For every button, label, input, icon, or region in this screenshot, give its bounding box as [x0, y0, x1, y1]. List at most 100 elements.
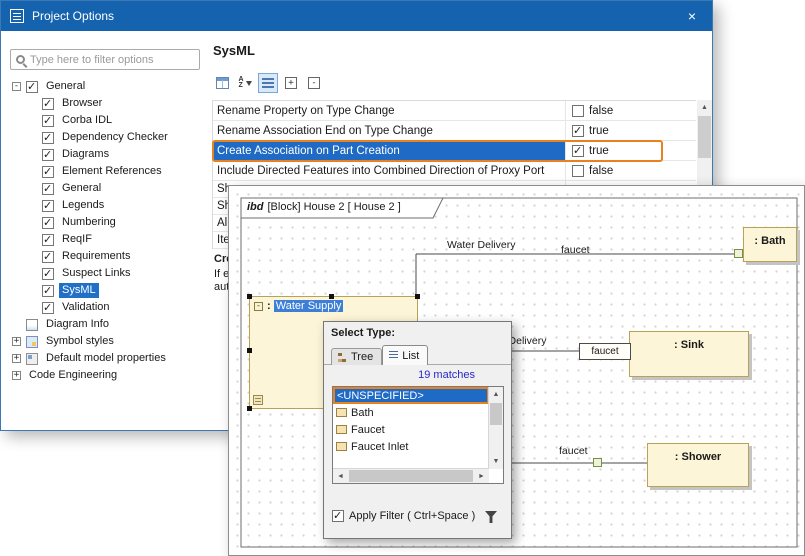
collapse-icon[interactable] [12, 82, 21, 91]
tree-item-label: General [43, 79, 88, 94]
tree-item-diagram-info[interactable]: Diagram Info [10, 316, 208, 333]
port-shower-faucet[interactable] [593, 458, 602, 467]
name-edit-selection[interactable]: Water Supply [274, 300, 344, 312]
checkbox-checked-icon[interactable] [42, 302, 54, 314]
checkbox-checked-icon[interactable] [42, 200, 54, 212]
tab-list[interactable]: List [382, 345, 428, 365]
properties-view-button[interactable] [212, 73, 232, 93]
checkbox-checked-icon[interactable] [42, 166, 54, 178]
list-vertical-scrollbar[interactable] [488, 387, 503, 469]
tree-item-label: Code Engineering [26, 368, 120, 383]
select-type-popup: Select Type: Tree List 19 matches <UNSPE… [323, 321, 512, 539]
tree-item-label: Diagrams [59, 147, 112, 162]
checkbox-checked-icon[interactable] [42, 115, 54, 127]
option-row[interactable]: Rename Association End on Type Change tr… [213, 121, 696, 141]
checkbox-checked-icon[interactable] [332, 510, 344, 522]
tree-item-general[interactable]: General [10, 180, 208, 197]
list-horizontal-scrollbar[interactable] [333, 468, 489, 483]
structure-compartment-icon[interactable] [253, 395, 263, 405]
tree-item-reqif[interactable]: ReqIF [10, 231, 208, 248]
categorized-view-button[interactable] [258, 73, 278, 93]
tree-item-label: Symbol styles [43, 334, 117, 349]
part-shower[interactable]: : Shower [647, 443, 749, 487]
port-sink-faucet[interactable]: faucet [579, 343, 631, 360]
selection-handle[interactable] [247, 294, 252, 299]
checkbox-checked-icon[interactable] [42, 268, 54, 280]
checkbox-checked-icon[interactable] [42, 234, 54, 246]
part-sink[interactable]: : Sink [629, 331, 749, 377]
part-bath[interactable]: : Bath [743, 227, 797, 262]
list-item-faucet[interactable]: Faucet [333, 421, 489, 438]
tree-item-label: Default model properties [43, 351, 169, 366]
option-row-selected[interactable]: Create Association on Part Creation true [213, 141, 696, 161]
port-label: faucet [591, 346, 618, 357]
scrollbar-thumb[interactable] [349, 470, 473, 482]
list-item-bath[interactable]: Bath [333, 404, 489, 421]
list-icon [262, 78, 274, 89]
tree-item-validation[interactable]: Validation [10, 299, 208, 316]
tree-item-label: Browser [59, 96, 105, 111]
scrollbar-thumb[interactable] [698, 116, 711, 158]
filter-icon[interactable] [485, 511, 497, 523]
tree-item-requirements[interactable]: Requirements [10, 248, 208, 265]
selection-handle[interactable] [329, 294, 334, 299]
option-value: true [589, 125, 609, 137]
checkbox-checked-icon[interactable] [42, 132, 54, 144]
tree-item-label: Suspect Links [59, 266, 133, 281]
tree-item-corba-idl[interactable]: Corba IDL [10, 112, 208, 129]
collapse-compartment-icon[interactable] [254, 302, 263, 311]
selection-handle[interactable] [247, 348, 252, 353]
checkbox-checked-icon[interactable] [42, 183, 54, 195]
collapse-all-button[interactable] [304, 73, 324, 93]
tab-tree[interactable]: Tree [331, 348, 382, 365]
tree-item-browser[interactable]: Browser [10, 95, 208, 112]
checkbox-checked-icon[interactable] [42, 285, 54, 297]
checkbox-checked-icon[interactable] [42, 251, 54, 263]
tree-item-sysml[interactable]: SysML [10, 282, 208, 299]
checkbox-checked-icon[interactable] [42, 217, 54, 229]
scroll-up-icon[interactable] [697, 100, 712, 115]
checkbox-unchecked-icon[interactable] [572, 105, 584, 117]
expand-icon[interactable] [12, 337, 21, 346]
scroll-right-icon[interactable] [474, 469, 489, 483]
checkbox-checked-icon[interactable] [572, 125, 584, 137]
scrollbar-thumb[interactable] [490, 403, 502, 425]
selection-handle[interactable] [415, 294, 420, 299]
list-view-icon [389, 351, 398, 360]
list-item-unspecified[interactable]: <UNSPECIFIED> [333, 387, 489, 404]
option-name: Include Directed Features into Combined … [213, 161, 565, 180]
option-row[interactable]: Include Directed Features into Combined … [213, 161, 696, 181]
tree-item-diagrams[interactable]: Diagrams [10, 146, 208, 163]
tree-item-legends[interactable]: Legends [10, 197, 208, 214]
option-row[interactable]: Rename Property on Type Change false [213, 101, 696, 121]
tree-item-dependency-checker[interactable]: Dependency Checker [10, 129, 208, 146]
list-item-faucet-inlet[interactable]: Faucet Inlet [333, 438, 489, 455]
expand-icon[interactable] [12, 371, 21, 380]
scroll-down-icon[interactable] [489, 454, 503, 469]
tree-item-default-model-properties[interactable]: Default model properties [10, 350, 208, 367]
checkbox-unchecked-icon[interactable] [572, 165, 584, 177]
dialog-titlebar[interactable]: Project Options × [1, 1, 712, 31]
tree-item-suspect-links[interactable]: Suspect Links [10, 265, 208, 282]
scroll-up-icon[interactable] [489, 387, 503, 402]
sort-alphabetically-button[interactable]: AZ [235, 73, 255, 93]
close-icon[interactable]: × [681, 8, 703, 24]
tree-item-general-root[interactable]: General [10, 78, 208, 95]
tree-item-symbol-styles[interactable]: Symbol styles [10, 333, 208, 350]
tree-item-code-engineering[interactable]: Code Engineering [10, 367, 208, 384]
scroll-left-icon[interactable] [333, 469, 348, 483]
checkbox-checked-icon[interactable] [42, 98, 54, 110]
selection-handle[interactable] [247, 406, 252, 411]
checkbox-checked-icon[interactable] [572, 145, 584, 157]
tree-item-numbering[interactable]: Numbering [10, 214, 208, 231]
expand-all-button[interactable] [281, 73, 301, 93]
part-title-editing[interactable]: : Water Supply [267, 300, 343, 312]
expand-icon[interactable] [12, 354, 21, 363]
checkbox-checked-icon[interactable] [26, 81, 38, 93]
diagram-header: ibd[Block] House 2 [ House 2 ] [247, 201, 401, 213]
tree-item-element-references[interactable]: Element References [10, 163, 208, 180]
option-value: true [589, 145, 609, 157]
checkbox-checked-icon[interactable] [42, 149, 54, 161]
port-bath-faucet[interactable] [734, 249, 743, 258]
filter-input[interactable] [30, 54, 194, 66]
